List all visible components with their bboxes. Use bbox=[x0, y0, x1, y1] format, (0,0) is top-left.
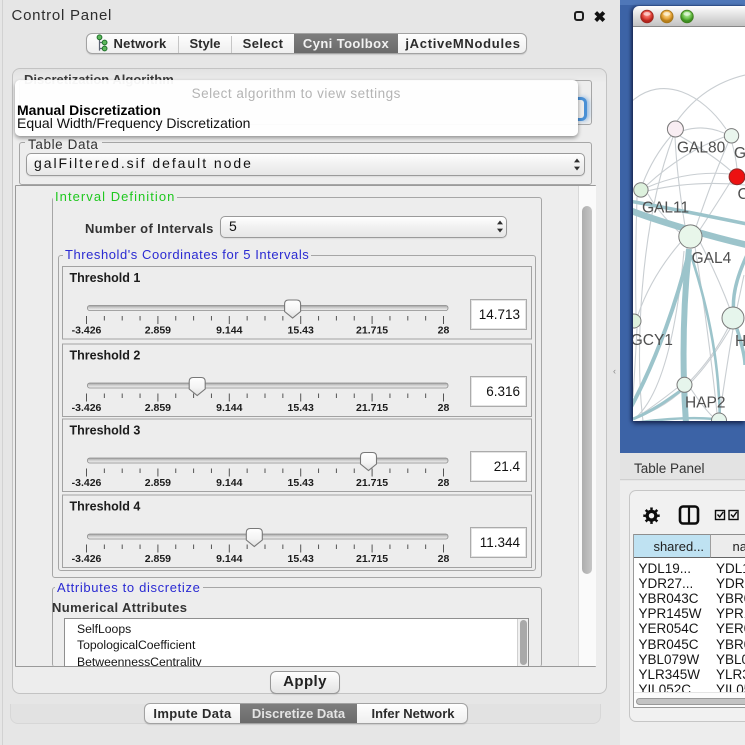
svg-text:Threshold 3: Threshold 3 bbox=[69, 424, 140, 438]
svg-text:-3.426: -3.426 bbox=[71, 477, 101, 489]
svg-text:15.43: 15.43 bbox=[287, 553, 313, 565]
svg-text:CD: CD bbox=[738, 186, 745, 203]
svg-text:15.43: 15.43 bbox=[287, 402, 313, 414]
svg-text:28: 28 bbox=[437, 477, 449, 489]
svg-text:HI: HI bbox=[735, 333, 745, 350]
svg-text:2.859: 2.859 bbox=[144, 325, 170, 337]
svg-text:21.715: 21.715 bbox=[356, 553, 388, 565]
svg-text:-3.426: -3.426 bbox=[71, 553, 101, 565]
svg-text:9.144: 9.144 bbox=[216, 477, 242, 489]
svg-text:-3.426: -3.426 bbox=[71, 325, 101, 337]
svg-text:15.43: 15.43 bbox=[287, 325, 313, 337]
svg-text:Threshold 1: Threshold 1 bbox=[69, 271, 140, 285]
svg-text:28: 28 bbox=[437, 402, 449, 414]
svg-text:15.43: 15.43 bbox=[287, 477, 313, 489]
svg-text:GAL11: GAL11 bbox=[642, 200, 689, 217]
svg-text:9.144: 9.144 bbox=[216, 325, 242, 337]
svg-text:GA: GA bbox=[734, 145, 745, 162]
svg-text:-3.426: -3.426 bbox=[71, 402, 101, 414]
svg-text:2.859: 2.859 bbox=[144, 402, 170, 414]
svg-text:21.715: 21.715 bbox=[356, 402, 388, 414]
svg-text:28: 28 bbox=[437, 325, 449, 337]
svg-text:GCY1: GCY1 bbox=[633, 332, 673, 349]
svg-text:21.715: 21.715 bbox=[356, 477, 388, 489]
svg-text:21.715: 21.715 bbox=[356, 325, 388, 337]
svg-text:HAP2: HAP2 bbox=[685, 395, 726, 412]
svg-text:Threshold 2: Threshold 2 bbox=[69, 349, 140, 363]
svg-text:GAL80: GAL80 bbox=[677, 140, 726, 157]
svg-text:2.859: 2.859 bbox=[144, 477, 170, 489]
svg-text:9.144: 9.144 bbox=[216, 553, 242, 565]
svg-text:9.144: 9.144 bbox=[216, 402, 242, 414]
svg-text:2.859: 2.859 bbox=[144, 553, 170, 565]
svg-text:Threshold 4: Threshold 4 bbox=[69, 500, 140, 514]
svg-text:28: 28 bbox=[437, 553, 449, 565]
svg-text:GAL4: GAL4 bbox=[692, 250, 732, 267]
